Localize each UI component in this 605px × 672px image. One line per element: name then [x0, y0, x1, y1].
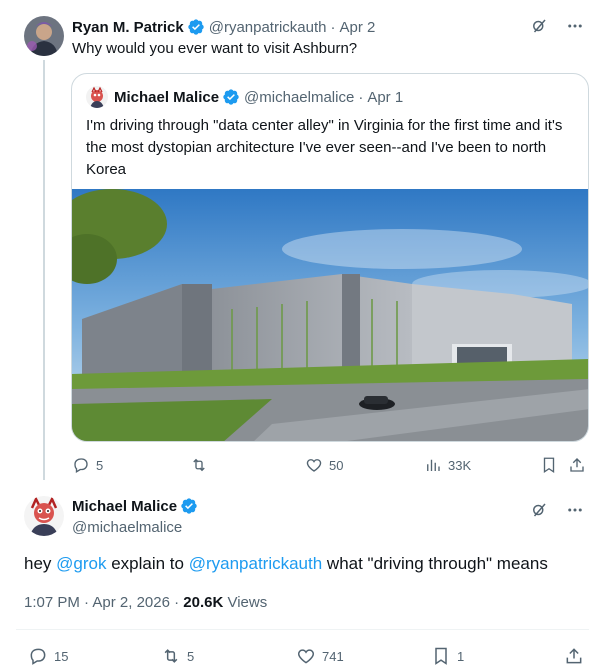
- views-count: 20.6K: [183, 594, 224, 611]
- michael-malice-avatar[interactable]: [24, 496, 64, 536]
- author-handle[interactable]: @ryanpatrickauth: [209, 19, 327, 36]
- quoted-tweet-text: I'm driving through "data center alley" …: [86, 117, 563, 178]
- views-button[interactable]: 33K: [424, 456, 471, 474]
- text-suffix: what "driving through" means: [322, 554, 548, 573]
- reply-button[interactable]: 15: [28, 646, 68, 666]
- reply-button[interactable]: 5: [72, 456, 103, 474]
- separator-dot: ·: [174, 594, 180, 611]
- tweet-time[interactable]: 1:07 PM: [24, 594, 80, 611]
- share-button[interactable]: [568, 456, 586, 474]
- separator-dot: ·: [84, 594, 90, 611]
- verified-badge-icon: [187, 18, 205, 36]
- parent-top-icons: [529, 16, 585, 36]
- like-button[interactable]: 741: [296, 646, 344, 666]
- tweet-date[interactable]: Apr 2, 2026: [92, 594, 170, 611]
- more-icon[interactable]: [565, 500, 585, 520]
- verified-badge-icon: [180, 497, 198, 515]
- main-action-bar: 15 5 741 1: [28, 646, 588, 666]
- parent-tweet-text: Why would you ever want to visit Ashburn…: [72, 40, 358, 57]
- text-prefix: hey: [24, 554, 57, 573]
- quoted-tweet-card[interactable]: Michael Malice @michaelmalice · Apr 1 I'…: [71, 73, 589, 442]
- more-icon[interactable]: [565, 16, 585, 36]
- ryan-patrick-avatar[interactable]: [24, 16, 64, 56]
- thread-line: [43, 60, 45, 480]
- author-handle[interactable]: @michaelmalice: [72, 519, 182, 536]
- parent-action-bar: 5 50 33K: [72, 456, 592, 476]
- retweet-count: 5: [187, 648, 195, 664]
- divider: [16, 629, 589, 630]
- share-button[interactable]: [564, 646, 584, 666]
- tweet-meta: 1:07 PM · Apr 2, 2026 · 20.6K Views: [24, 594, 267, 611]
- main-tweet-text: hey @grok explain to @ryanpatrickauth wh…: [24, 553, 548, 575]
- main-tweet-author: Michael Malice: [72, 497, 198, 515]
- author-name[interactable]: Ryan M. Patrick: [72, 19, 184, 36]
- parent-tweet-header: Ryan M. Patrick @ryanpatrickauth · Apr 2: [72, 16, 375, 38]
- parent-tweet[interactable]: Ryan M. Patrick @ryanpatrickauth · Apr 2…: [0, 0, 605, 488]
- like-count: 50: [329, 457, 344, 473]
- bookmark-button[interactable]: [540, 456, 558, 474]
- data-center-building-photo[interactable]: [72, 189, 588, 441]
- bookmark-button[interactable]: 1: [431, 646, 464, 666]
- verified-badge-icon: [222, 88, 240, 106]
- quoted-tweet-date: Apr 1: [367, 88, 404, 106]
- text-middle: explain to: [106, 554, 189, 573]
- quoted-author-name: Michael Malice: [114, 88, 220, 106]
- grok-icon[interactable]: [529, 16, 549, 36]
- like-count: 741: [322, 648, 344, 664]
- like-button[interactable]: 50: [305, 456, 343, 474]
- reply-count: 15: [54, 648, 69, 664]
- grok-icon[interactable]: [529, 500, 549, 520]
- separator-dot: ·: [330, 18, 336, 36]
- quoted-tweet-header: Michael Malice @michaelmalice · Apr 1: [86, 86, 403, 108]
- mention-ryanpatrickauth[interactable]: @ryanpatrickauth: [189, 554, 323, 573]
- separator-dot: ·: [358, 88, 364, 106]
- views-count: 33K: [448, 457, 472, 473]
- michael-malice-small-avatar: [86, 86, 108, 108]
- mention-grok[interactable]: @grok: [56, 554, 106, 573]
- author-name[interactable]: Michael Malice: [72, 498, 177, 515]
- quoted-author-handle: @michaelmalice: [244, 88, 355, 106]
- tweet-date[interactable]: Apr 2: [340, 19, 376, 36]
- retweet-button[interactable]: 5: [161, 646, 194, 666]
- bookmark-count: 1: [457, 648, 465, 664]
- main-top-icons: [529, 500, 585, 520]
- views-label: Views: [223, 594, 268, 611]
- reply-count: 5: [96, 457, 104, 473]
- retweet-button[interactable]: [190, 456, 214, 474]
